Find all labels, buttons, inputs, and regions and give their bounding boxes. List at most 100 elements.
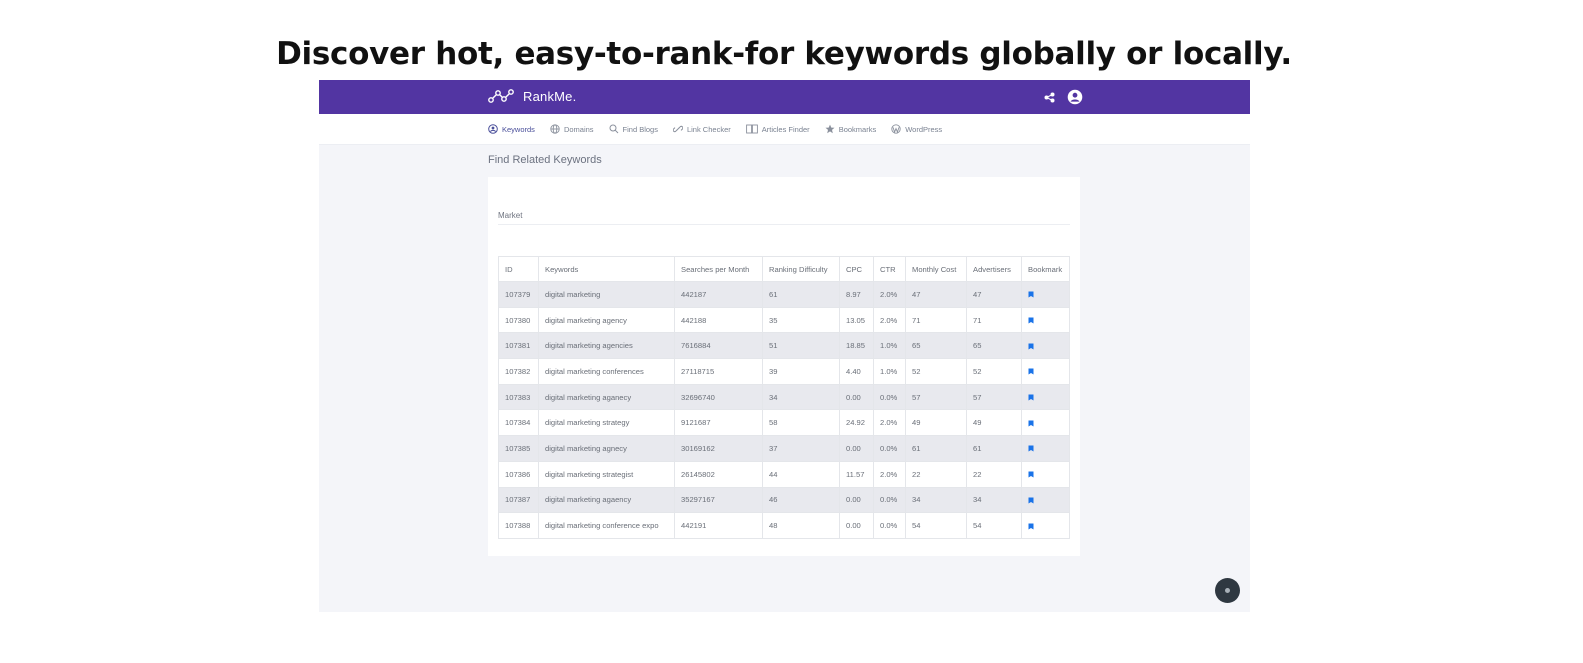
ctr-cell: 1.0% [873, 358, 906, 385]
column-header[interactable]: Keywords [538, 256, 675, 282]
table-header-row: ID Keywords Searches per Month Ranking D… [498, 256, 1070, 282]
table-row[interactable]: 107383 digital marketing aganecy 32696740 3… [498, 383, 1070, 411]
ctr-cell: 0.0% [873, 435, 906, 462]
cpc-cell: 0.00 [839, 486, 874, 514]
id-cell: 107387 [498, 486, 539, 514]
chat-button[interactable] [1215, 578, 1240, 603]
bookmark-icon[interactable] [1028, 445, 1034, 452]
difficulty-cell: 39 [762, 358, 840, 385]
link-icon [672, 125, 683, 133]
secondary-nav: Keywords Domains Find Blogs Link Checker… [319, 114, 1250, 145]
monthly-cost-cell: 71 [905, 306, 967, 334]
monthly-cost-cell: 61 [905, 435, 967, 462]
table-row[interactable]: 107382 digital marketing conferences 27118… [498, 358, 1070, 385]
bookmark-icon[interactable] [1028, 497, 1034, 504]
column-header[interactable]: Searches per Month [674, 256, 763, 282]
monthly-cost-cell: 34 [905, 486, 967, 514]
nav-item-bookmarks[interactable]: Bookmarks [825, 124, 876, 134]
column-header[interactable]: ID [498, 256, 539, 282]
nav-item-keywords[interactable]: Keywords [488, 124, 535, 134]
nav-item-articles-finder[interactable]: Articles Finder [745, 124, 810, 134]
cpc-cell: 13.05 [839, 306, 874, 334]
bookmark-cell [1021, 281, 1070, 308]
advertisers-cell: 34 [966, 486, 1022, 514]
keywords-card: Market ID Keywords Searches per Month Ra… [488, 177, 1080, 556]
cpc-cell: 24.92 [839, 409, 874, 437]
table-row[interactable]: 107387 digital marketing agaency 35297167 4… [498, 486, 1070, 514]
user-circle-icon[interactable] [1067, 89, 1083, 105]
bookmark-icon[interactable] [1028, 291, 1034, 298]
nav-item-domains[interactable]: Domains [550, 124, 594, 134]
book-icon [745, 124, 758, 134]
bookmark-icon[interactable] [1028, 394, 1034, 401]
cpc-cell: 8.97 [839, 281, 874, 308]
share-icon[interactable] [1044, 92, 1055, 103]
keyword-cell: digital marketing agencies [538, 332, 675, 360]
column-header[interactable]: Ranking Difficulty [762, 256, 840, 282]
difficulty-cell: 34 [762, 383, 840, 411]
bookmark-icon[interactable] [1028, 317, 1034, 324]
nav-item-link-checker[interactable]: Link Checker [672, 124, 731, 134]
keyword-cell: digital marketing strategy [538, 409, 675, 437]
ctr-cell: 2.0% [873, 306, 906, 334]
marketing-headline: Discover hot, easy-to-rank-for keywords … [276, 36, 1292, 72]
top-actions [1044, 89, 1095, 105]
searches-cell: 442187 [674, 281, 763, 308]
difficulty-cell: 58 [762, 409, 840, 437]
cpc-cell: 0.00 [839, 435, 874, 462]
advertisers-cell: 52 [966, 358, 1022, 385]
cpc-cell: 11.57 [839, 460, 874, 488]
column-header[interactable]: Bookmark [1021, 256, 1070, 282]
column-header[interactable]: Monthly Cost [905, 256, 967, 282]
bookmark-icon[interactable] [1028, 343, 1034, 350]
column-header[interactable]: Advertisers [966, 256, 1022, 282]
id-cell: 107384 [498, 409, 539, 437]
table-row[interactable]: 107380 digital marketing agency 442188 35 13… [498, 306, 1070, 334]
searches-cell: 9121687 [674, 409, 763, 437]
ctr-cell: 2.0% [873, 281, 906, 308]
column-header[interactable]: CTR [873, 256, 906, 282]
table-row[interactable]: 107379 digital marketing 442187 61 8.97 2.0% 4… [498, 281, 1070, 308]
searches-cell: 27118715 [674, 358, 763, 385]
monthly-cost-cell: 65 [905, 332, 967, 360]
keyword-cell: digital marketing conference expo [538, 512, 675, 539]
nav-item-find-blogs[interactable]: Find Blogs [609, 124, 658, 134]
advertisers-cell: 57 [966, 383, 1022, 411]
page-title: Find Related Keywords [488, 154, 602, 166]
table-row[interactable]: 107386 digital marketing strategist 261458… [498, 460, 1070, 488]
bookmark-icon[interactable] [1028, 368, 1034, 375]
ctr-cell: 2.0% [873, 460, 906, 488]
id-cell: 107380 [498, 306, 539, 334]
nav-item-wordpress[interactable]: WordPress [891, 124, 942, 134]
nav-label: Keywords [502, 124, 535, 134]
ctr-cell: 0.0% [873, 383, 906, 411]
brand-name: RankMe. [523, 88, 577, 104]
cpc-cell: 0.00 [839, 383, 874, 411]
nav-label: Articles Finder [761, 124, 810, 134]
bookmark-cell [1021, 435, 1070, 462]
bookmark-cell [1021, 383, 1070, 411]
chat-bubble-icon [1225, 588, 1230, 593]
table-row[interactable]: 107388 digital marketing conference expo 4… [498, 512, 1070, 539]
column-header[interactable]: CPC [839, 256, 874, 282]
bookmark-cell [1021, 358, 1070, 385]
monthly-cost-cell: 57 [905, 383, 967, 411]
table-row[interactable]: 107385 digital marketing agnecy 30169162 37… [498, 435, 1070, 462]
monthly-cost-cell: 47 [905, 281, 967, 308]
difficulty-cell: 35 [762, 306, 840, 334]
monthly-cost-cell: 49 [905, 409, 967, 437]
bookmark-icon[interactable] [1028, 420, 1034, 427]
wordpress-icon [891, 124, 901, 134]
id-cell: 107382 [498, 358, 539, 385]
bookmark-cell [1021, 332, 1070, 360]
table-row[interactable]: 107384 digital marketing strategy 9121687 5… [498, 409, 1070, 437]
id-cell: 107388 [498, 512, 539, 539]
nav-label: Domains [563, 124, 594, 134]
table-row[interactable]: 107381 digital marketing agencies 7616884 5… [498, 332, 1070, 360]
brand-logo[interactable]: RankMe. [488, 88, 576, 104]
bookmark-icon[interactable] [1028, 523, 1034, 530]
bookmark-icon[interactable] [1028, 471, 1034, 478]
keyword-cell: digital marketing [538, 281, 675, 308]
advertisers-cell: 71 [966, 306, 1022, 334]
difficulty-cell: 51 [762, 332, 840, 360]
